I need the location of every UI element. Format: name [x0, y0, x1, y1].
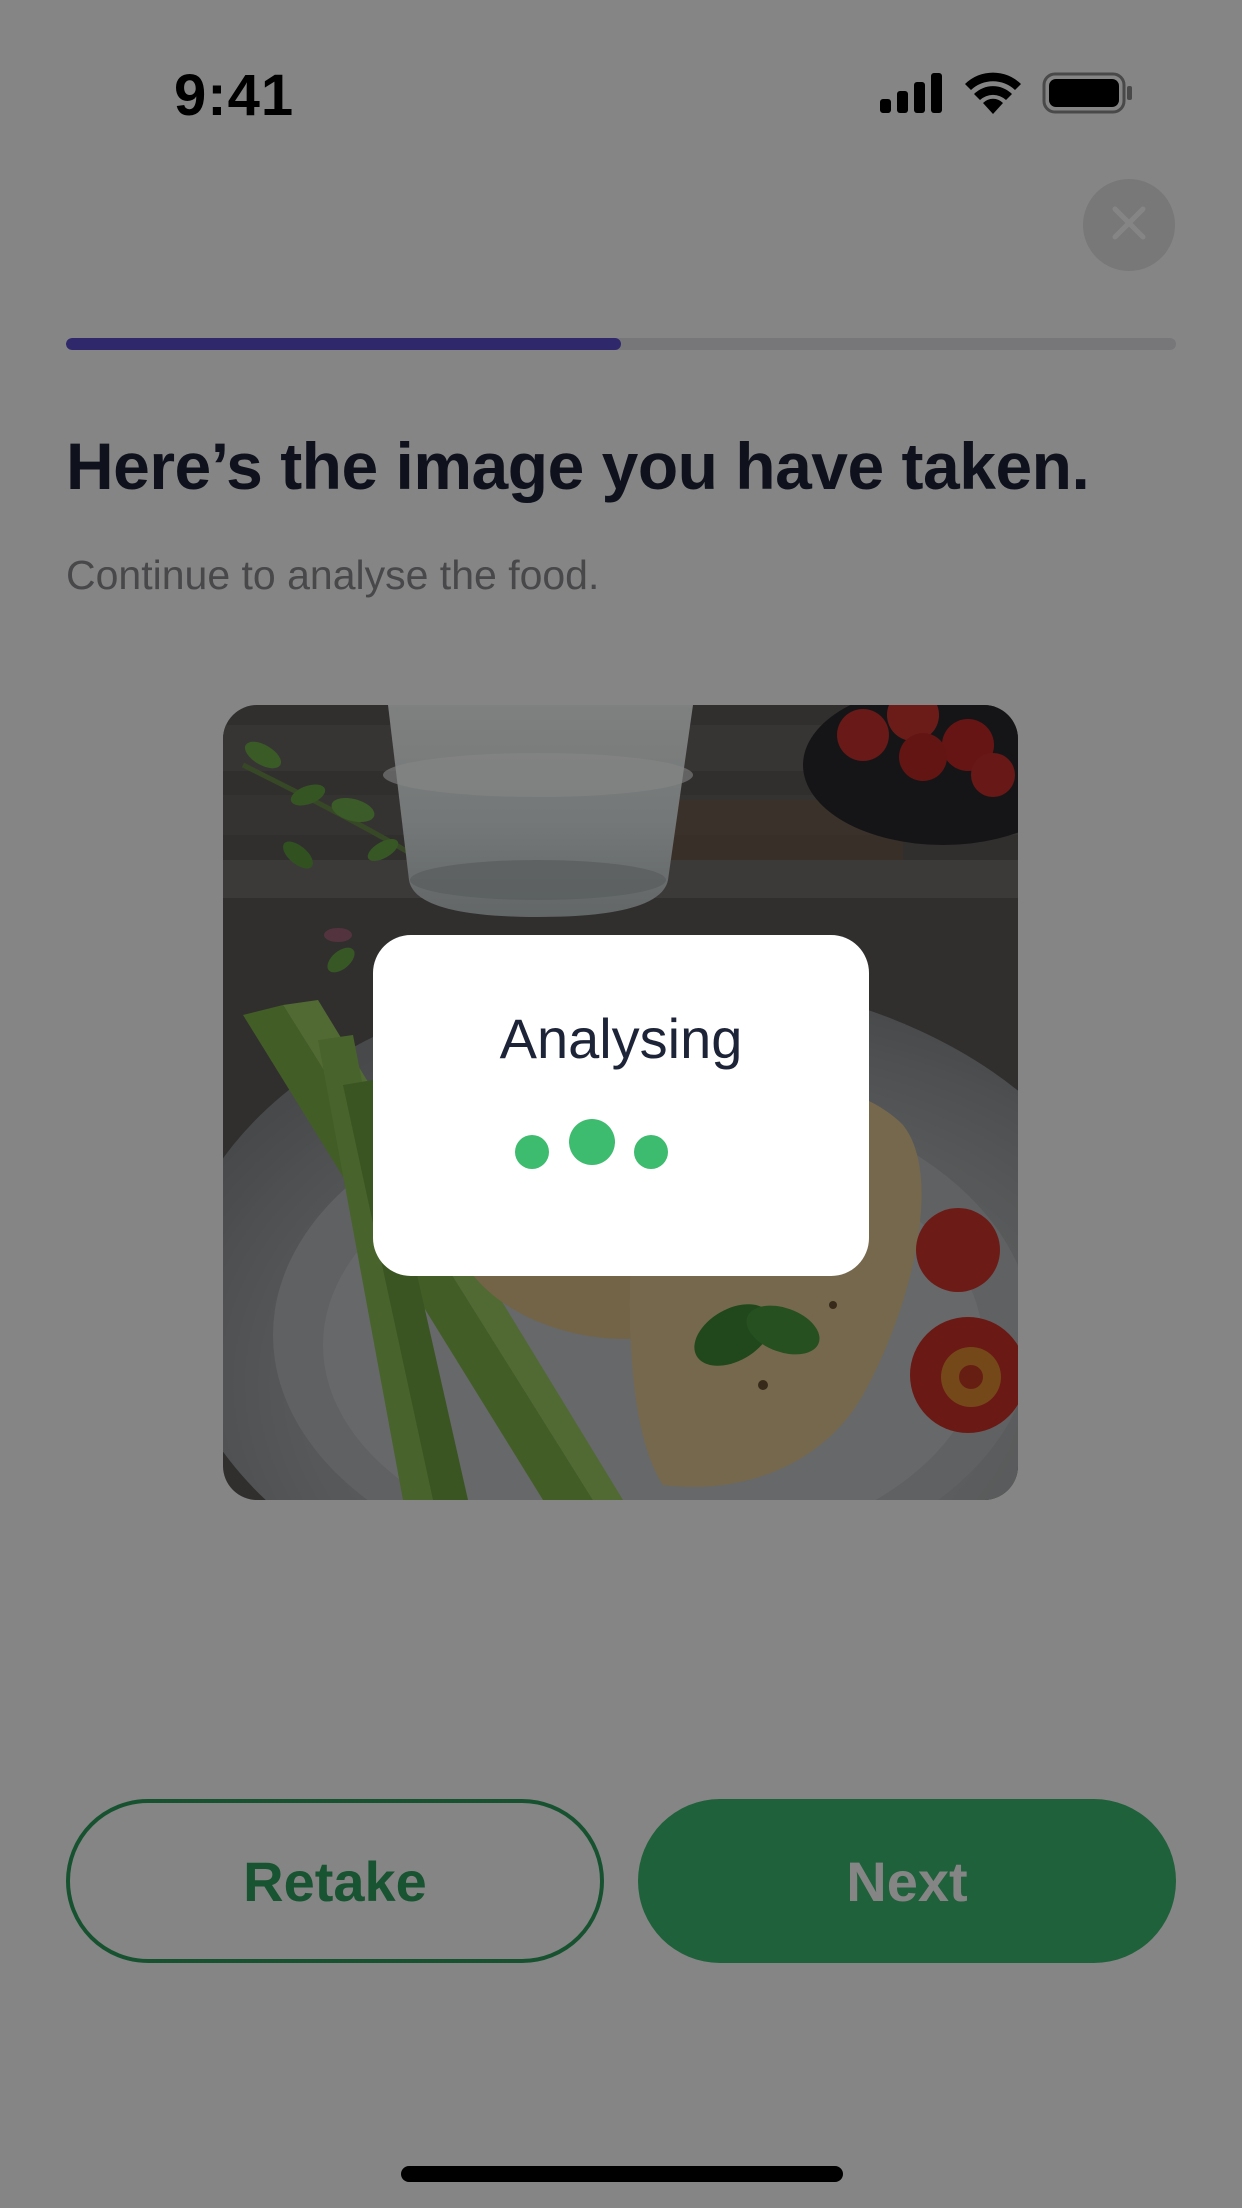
screen: 9:41 Here’s the image you have taken. Co… — [0, 0, 1242, 2208]
analysing-label: Analysing — [499, 1007, 743, 1070]
analysing-dialog: Analysing — [373, 935, 869, 1276]
loading-dot — [634, 1135, 668, 1169]
loading-dot — [569, 1119, 615, 1165]
loading-dot — [515, 1135, 549, 1169]
